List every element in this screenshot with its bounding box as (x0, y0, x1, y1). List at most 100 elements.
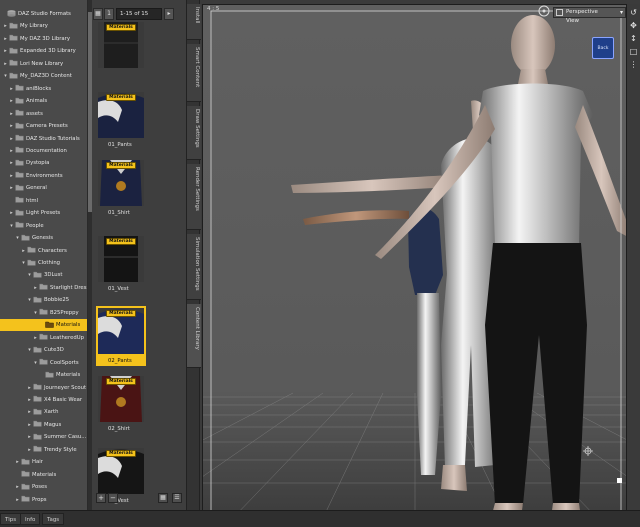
tree-expander-icon[interactable]: ▸ (32, 332, 39, 344)
tree-item[interactable]: ▸ Animals (0, 95, 87, 107)
tree-item[interactable]: ▸ Characters (0, 245, 87, 257)
pane-tab[interactable]: Content Library (187, 304, 201, 368)
tree-expander-icon[interactable]: ▸ (26, 431, 33, 443)
scene-render[interactable] (203, 5, 627, 517)
tree-item[interactable]: ▸ Starlight Dress (0, 282, 87, 294)
tree-item[interactable]: ▸ General (0, 182, 87, 194)
tree-expander-icon[interactable]: ▾ (8, 220, 15, 232)
tree-expander-icon[interactable]: ▸ (2, 58, 9, 70)
tree-expander-icon[interactable]: ▸ (26, 406, 33, 418)
tree-item[interactable]: Materials (0, 319, 87, 332)
bottom-tab[interactable]: Tips (0, 513, 22, 525)
pane-tab[interactable]: Install (187, 4, 201, 40)
zoom-icon[interactable]: ↕ (629, 34, 638, 43)
asset-thumbnail[interactable]: Materials 01_Vest (96, 236, 146, 292)
pane-tab[interactable]: Simulation Settings (187, 234, 201, 300)
more-options-icon[interactable]: ⋮ (629, 60, 638, 69)
tree-expander-icon[interactable]: ▸ (8, 83, 15, 95)
tree-item[interactable]: ▸ aniBlocks (0, 83, 87, 95)
tree-item[interactable]: ▸ X4 Basic Wear (0, 394, 87, 406)
viewport-options-icon[interactable] (536, 5, 552, 19)
tree-item[interactable]: ▸ Lori New Library (0, 58, 87, 70)
tree-item[interactable]: ▾ Genesis (0, 232, 87, 244)
tree-expander-icon[interactable]: ▸ (26, 444, 33, 456)
pan-icon[interactable]: ✥ (629, 21, 638, 30)
tree-expander-icon[interactable]: ▾ (20, 257, 27, 269)
tree-expander-icon[interactable]: ▸ (8, 170, 15, 182)
tree-expander-icon[interactable]: ▸ (26, 382, 33, 394)
tree-item[interactable]: ▸ My Library (0, 20, 87, 32)
tree-item[interactable]: ▸ Camera Presets (0, 120, 87, 132)
remove-button[interactable]: − (108, 493, 118, 503)
tree-expander-icon[interactable]: ▸ (14, 494, 21, 506)
view-mode-icon[interactable]: ▦ (93, 8, 103, 20)
tree-item[interactable]: ▸ DAZ Studio Tutorials (0, 133, 87, 145)
tree-item[interactable]: ▸ My DAZ 3D Library (0, 33, 87, 45)
asset-thumbnail[interactable]: Materials 01_Shirt (96, 160, 146, 216)
pane-tab[interactable]: Render Settings (187, 164, 201, 230)
tree-item[interactable]: ▸ Environments (0, 170, 87, 182)
tree-item[interactable]: ▸ Dystopia (0, 157, 87, 169)
tree-expander-icon[interactable]: ▸ (26, 419, 33, 431)
tree-item[interactable]: DAZ Studio Formats (0, 8, 87, 20)
tree-item[interactable]: ▸ LeatheredUp (0, 332, 87, 344)
tree-expander-icon[interactable]: ▸ (2, 45, 9, 57)
tree-expander-icon[interactable]: ▾ (14, 232, 21, 244)
tree-expander-icon[interactable]: ▸ (8, 120, 15, 132)
tree-item[interactable]: ▾ CoolSports (0, 357, 87, 369)
tree-item[interactable]: Materials (0, 469, 87, 481)
tree-item[interactable]: ▸ assets (0, 108, 87, 120)
frame-icon[interactable]: □ (629, 47, 638, 56)
list-icon[interactable]: ☰ (172, 493, 182, 503)
tree-expander-icon[interactable]: ▸ (8, 182, 15, 194)
tree-expander-icon[interactable]: ▾ (26, 269, 33, 281)
tree-item[interactable]: ▸ Journeyer Scout (0, 382, 87, 394)
pane-tab[interactable]: Smart Content (187, 44, 201, 102)
tree-expander-icon[interactable]: ▸ (14, 481, 21, 493)
tree-expander-icon[interactable]: ▾ (32, 357, 39, 369)
content-library-tree[interactable]: DAZ Studio Formats ▸ My Library ▸ My DAZ 3D … (0, 0, 88, 510)
next-page-button[interactable]: ▸ (164, 8, 174, 20)
tree-item[interactable]: ▸ Summer Casu... (0, 431, 87, 443)
tree-expander-icon[interactable]: ▸ (8, 145, 15, 157)
view-cube[interactable]: Back (592, 37, 614, 59)
camera-selector[interactable]: Perspective View ▾ (553, 7, 626, 24)
tree-expander-icon[interactable]: ▸ (8, 133, 15, 145)
add-button[interactable]: + (96, 493, 106, 503)
tree-expander-icon[interactable]: ▸ (2, 20, 9, 32)
tree-item[interactable]: ▸ Poses (0, 481, 87, 493)
tree-item[interactable]: ▾ B25Preppy (0, 307, 87, 319)
asset-thumbnail[interactable]: Materials 01_Pants (96, 92, 146, 148)
tree-expander-icon[interactable]: ▾ (2, 70, 9, 82)
frame-handle[interactable] (617, 478, 622, 483)
asset-thumbnail[interactable]: Materials 02_Pants (96, 306, 146, 366)
asset-thumbnail[interactable]: Materials 02_Shirt (96, 376, 146, 432)
tree-expander-icon[interactable]: ▸ (8, 207, 15, 219)
tree-item[interactable]: ▸ Hair (0, 456, 87, 468)
tree-expander-icon[interactable]: ▸ (20, 245, 27, 257)
grid-icon[interactable]: ▦ (158, 493, 168, 503)
tree-expander-icon[interactable]: ▾ (32, 307, 39, 319)
tree-expander-icon[interactable]: ▸ (26, 394, 33, 406)
tree-item[interactable]: html (0, 195, 87, 207)
tree-item[interactable]: ▸ Magus (0, 419, 87, 431)
tree-expander-icon[interactable]: ▸ (8, 108, 15, 120)
tree-item[interactable]: ▾ 3DLust (0, 269, 87, 281)
tree-expander-icon[interactable]: ▸ (2, 33, 9, 45)
tree-expander-icon[interactable]: ▸ (8, 157, 15, 169)
tree-expander-icon[interactable]: ▸ (8, 95, 15, 107)
tree-item[interactable]: ▸ Expanded 3D Library (0, 45, 87, 57)
tree-expander-icon[interactable]: ▸ (32, 282, 39, 294)
tree-item[interactable]: ▸ Xarth (0, 406, 87, 418)
3d-viewport[interactable]: 4 : 5 Perspective View ▾ Back (202, 4, 627, 517)
tree-item[interactable]: ▸ Trendy Style (0, 444, 87, 456)
tree-item[interactable]: ▸ Documentation (0, 145, 87, 157)
tree-item[interactable]: Materials (0, 369, 87, 381)
tree-expander-icon[interactable]: ▾ (26, 294, 33, 306)
page-number[interactable]: 1 (104, 8, 114, 20)
tree-item[interactable]: ▾ My_DAZ3D Content (0, 70, 87, 82)
rotate-icon[interactable]: ↺ (629, 8, 638, 17)
tree-item[interactable]: ▸ Props (0, 494, 87, 506)
asset-thumbnail[interactable]: Materials (96, 22, 146, 72)
tree-item[interactable]: ▾ Cute3D (0, 344, 87, 356)
